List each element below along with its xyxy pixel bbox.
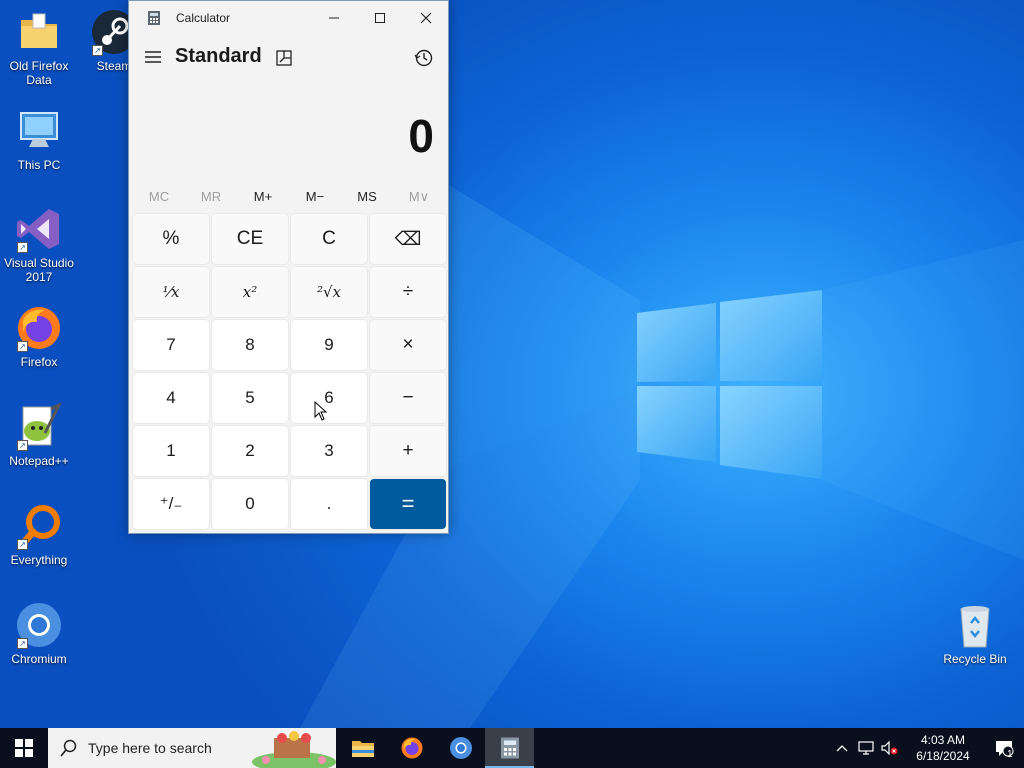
desktop-icon-everything[interactable]: ↗ Everything bbox=[1, 502, 77, 567]
decimal-key[interactable]: . bbox=[291, 479, 367, 529]
volume-tray-button[interactable] bbox=[878, 728, 902, 768]
action-center-button[interactable]: 1 bbox=[984, 728, 1024, 768]
clear-key[interactable]: C bbox=[291, 214, 367, 264]
digit-0-key[interactable]: 0 bbox=[212, 479, 288, 529]
show-hidden-icons-button[interactable] bbox=[830, 728, 854, 768]
window-title: Calculator bbox=[176, 11, 231, 25]
desktop-icon-chromium[interactable]: ↗ Chromium bbox=[1, 601, 77, 666]
close-button[interactable] bbox=[403, 1, 449, 35]
start-button[interactable] bbox=[0, 728, 48, 768]
minimize-button[interactable] bbox=[311, 1, 357, 35]
chevron-up-icon bbox=[836, 745, 848, 752]
desktop-icon-old-firefox-data[interactable]: Old Firefox Data bbox=[1, 8, 77, 87]
file-explorer-icon bbox=[351, 741, 374, 757]
taskbar: Type here to search 4:03 AM 6/18/2024 1 bbox=[0, 728, 1024, 768]
hamburger-menu-icon[interactable] bbox=[143, 47, 163, 67]
keep-on-top-icon[interactable] bbox=[275, 49, 293, 67]
desktop-icon-this-pc[interactable]: This PC bbox=[1, 107, 77, 172]
result-display: 0 bbox=[408, 110, 434, 162]
square-root-key[interactable]: ²√x bbox=[291, 267, 367, 317]
memory-bar: MC MR M+ M− MS M∨ bbox=[133, 185, 445, 209]
maximize-button[interactable] bbox=[357, 1, 403, 35]
desktop-icon-visual-studio[interactable]: ↗ Visual Studio 2017 bbox=[1, 205, 77, 284]
add-key[interactable]: + bbox=[370, 426, 446, 476]
everything-search-icon: ↗ bbox=[15, 502, 63, 550]
clock-date: 6/18/2024 bbox=[916, 749, 970, 763]
subtract-key[interactable]: − bbox=[370, 373, 446, 423]
calculator-window[interactable]: Calculator Standard 0 MC MR M+ M− MS M∨ % CE C ⌫… bbox=[128, 0, 449, 534]
taskbar-file-explorer[interactable] bbox=[338, 728, 387, 768]
recycle-bin-icon bbox=[951, 601, 999, 649]
taskbar-search-box[interactable]: Type here to search bbox=[48, 728, 336, 768]
clear-entry-key[interactable]: CE bbox=[212, 214, 288, 264]
system-tray: 4:03 AM 6/18/2024 1 bbox=[830, 728, 1024, 768]
digit-1-key[interactable]: 1 bbox=[133, 426, 209, 476]
taskbar-firefox[interactable] bbox=[387, 728, 436, 768]
reciprocal-key[interactable]: ⅟x bbox=[133, 267, 209, 317]
taskbar-clock[interactable]: 4:03 AM 6/18/2024 bbox=[902, 732, 984, 764]
divide-key[interactable]: ÷ bbox=[370, 267, 446, 317]
digit-5-key[interactable]: 5 bbox=[212, 373, 288, 423]
mode-title: Standard bbox=[175, 45, 262, 67]
memory-button-1[interactable]: MR bbox=[185, 185, 237, 209]
square-key[interactable]: x² bbox=[212, 267, 288, 317]
history-icon[interactable] bbox=[414, 48, 434, 68]
memory-button-4[interactable]: MS bbox=[341, 185, 393, 209]
close-icon bbox=[420, 12, 432, 24]
search-placeholder: Type here to search bbox=[88, 740, 212, 756]
search-icon bbox=[60, 739, 77, 757]
notepadpp-icon: ↗ bbox=[15, 401, 63, 451]
windows-start-icon bbox=[15, 739, 33, 757]
notification-count: 1 bbox=[1007, 749, 1013, 760]
chromium-icon: ↗ bbox=[15, 601, 63, 649]
mouse-cursor-icon bbox=[314, 401, 328, 421]
chromium-icon bbox=[449, 737, 472, 759]
firefox-icon bbox=[401, 737, 422, 759]
calculator-titlebar[interactable]: Calculator bbox=[129, 1, 448, 35]
taskbar-calculator[interactable] bbox=[485, 728, 534, 768]
desktop-icon-firefox[interactable]: ↗ Firefox bbox=[1, 304, 77, 369]
digit-4-key[interactable]: 4 bbox=[133, 373, 209, 423]
digit-7-key[interactable]: 7 bbox=[133, 320, 209, 370]
maximize-icon bbox=[375, 13, 385, 23]
memory-button-0[interactable]: MC bbox=[133, 185, 185, 209]
digit-9-key[interactable]: 9 bbox=[291, 320, 367, 370]
memory-button-2[interactable]: M+ bbox=[237, 185, 289, 209]
calculator-app-icon bbox=[148, 11, 160, 25]
digit-2-key[interactable]: 2 bbox=[212, 426, 288, 476]
digit-8-key[interactable]: 8 bbox=[212, 320, 288, 370]
backspace-key[interactable]: ⌫ bbox=[370, 214, 446, 264]
negate-key[interactable]: ⁺/₋ bbox=[133, 479, 209, 529]
keypad: % CE C ⌫ ⅟x x² ²√x ÷ 7 8 9 × 4 5 6− 1 2 3 + ⁺/₋ 0. = bbox=[133, 214, 446, 529]
multiply-key[interactable]: × bbox=[370, 320, 446, 370]
network-icon bbox=[858, 741, 874, 755]
digit-6-key[interactable]: 6 bbox=[291, 373, 367, 423]
memory-button-5[interactable]: M∨ bbox=[393, 185, 445, 209]
calculator-header: Standard bbox=[129, 35, 448, 81]
desktop-icon-recycle-bin[interactable]: Recycle Bin bbox=[937, 601, 1013, 666]
visual-studio-icon: ↗ bbox=[15, 205, 63, 253]
volume-muted-icon bbox=[881, 741, 898, 755]
shortcut-arrow-icon: ↗ bbox=[92, 45, 103, 56]
windows-logo bbox=[637, 290, 822, 479]
clock-time: 4:03 AM bbox=[920, 733, 966, 747]
shortcut-arrow-icon: ↗ bbox=[17, 242, 28, 253]
percent-key[interactable]: % bbox=[133, 214, 209, 264]
computer-icon bbox=[15, 107, 63, 155]
firefox-icon: ↗ bbox=[15, 304, 63, 352]
desktop-icon-notepadpp[interactable]: ↗ Notepad++ bbox=[1, 401, 77, 468]
folder-icon bbox=[15, 8, 63, 56]
equals-key[interactable]: = bbox=[370, 479, 446, 529]
taskbar-chromium[interactable] bbox=[436, 728, 485, 768]
digit-3-key[interactable]: 3 bbox=[291, 426, 367, 476]
minimize-icon bbox=[329, 17, 339, 19]
network-tray-button[interactable] bbox=[854, 728, 878, 768]
shortcut-arrow-icon: ↗ bbox=[17, 440, 28, 451]
memory-button-3[interactable]: M− bbox=[289, 185, 341, 209]
calculator-icon bbox=[500, 737, 519, 759]
shortcut-arrow-icon: ↗ bbox=[17, 341, 28, 352]
shortcut-arrow-icon: ↗ bbox=[17, 638, 28, 649]
search-highlight-art-icon bbox=[252, 731, 336, 768]
shortcut-arrow-icon: ↗ bbox=[17, 539, 28, 550]
